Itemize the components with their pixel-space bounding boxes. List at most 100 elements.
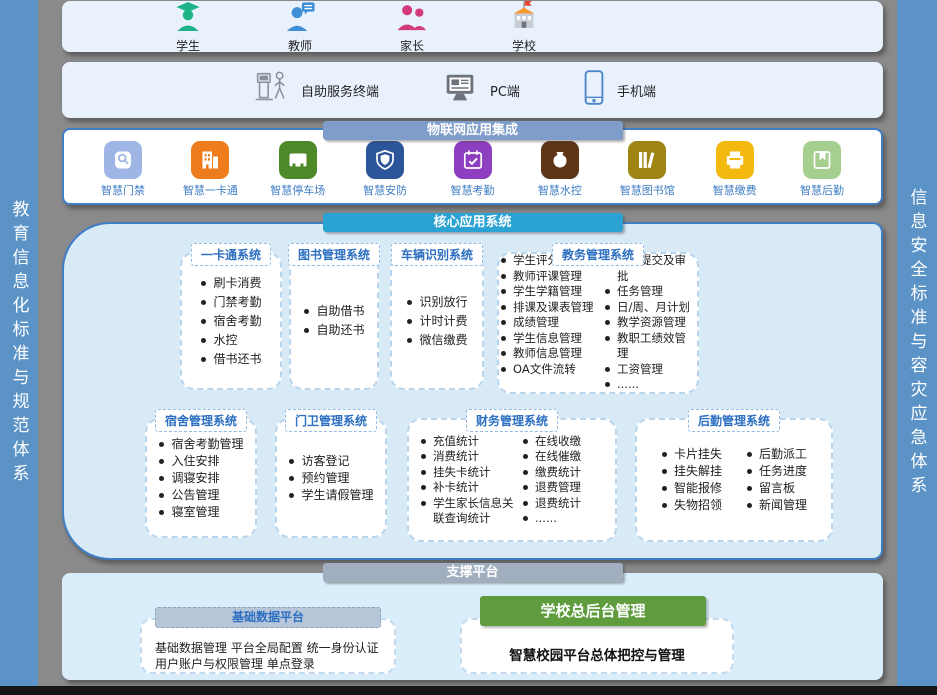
iot-label: 智慧缴费 [713, 182, 757, 198]
feature-item: 自助还书 [303, 321, 364, 340]
iot-item-access: 智慧门禁 [80, 141, 166, 198]
iot-label: 智慧后勤 [800, 182, 844, 198]
school-admin-banner: 学校总后台管理 [480, 596, 706, 626]
terminal-pc: PC端 [439, 69, 520, 111]
feature-item: 任务进度 [746, 463, 807, 480]
attendance-calendar-icon [454, 141, 492, 179]
self-service-kiosk-icon [250, 67, 292, 113]
pc-icon [439, 69, 481, 111]
feature-item: 挂失卡统计 [420, 465, 522, 481]
feature-item: 退费统计 [522, 496, 604, 512]
two-column-list: 学生评分管理教师评课管理学生学籍管理排课及课表管理成绩管理学生信息管理教师信息管… [500, 253, 696, 393]
access-control-icon [104, 141, 142, 179]
user-types-panel: 学生 教师 家长 [62, 1, 883, 52]
library-books-icon [628, 141, 666, 179]
feature-item: 后勤派工 [746, 446, 807, 463]
user-item-teacher: 教师 [266, 0, 334, 54]
feature-item: 教职工绩效管理 [604, 331, 696, 362]
logistics-bookmark-icon [803, 141, 841, 179]
feature-item: 失物招领 [661, 497, 722, 514]
feature-item: 水控 [200, 331, 261, 350]
feature-list: 学生评分管理教师评课管理学生学籍管理排课及课表管理成绩管理学生信息管理教师信息管… [500, 253, 604, 377]
feature-item: 入住安排 [158, 453, 243, 470]
system-box-title: 图书管理系统 [288, 243, 380, 266]
feature-item: 充值统计 [420, 434, 522, 450]
feature-item: 教师信息管理 [500, 346, 604, 362]
user-label: 学生 [176, 37, 200, 54]
iot-item-water: 智慧水控 [517, 141, 603, 198]
feature-item: 留言板 [746, 480, 807, 497]
feature-item: 学生学籍管理 [500, 284, 604, 300]
user-label: 家长 [400, 37, 424, 54]
security-shield-icon [366, 141, 404, 179]
system-box-title: 门卫管理系统 [285, 409, 377, 432]
feature-item: 缴费统计 [522, 465, 604, 481]
feature-item: 在线催缴 [522, 449, 604, 465]
iot-label: 智慧安防 [363, 182, 407, 198]
feature-list: 卡片挂失挂失解挂智能报修失物招领 [661, 446, 722, 514]
feature-item: ...... [522, 511, 604, 527]
support-platform-panel: 支撑平台 基础数据平台 基础数据管理 平台全局配置 统一身份认证 用户账户与权限… [62, 573, 883, 680]
feature-list: 刷卡消费门禁考勤宿舍考勤水控借书还书 [200, 274, 261, 369]
feature-list: 访客登记预约管理学生请假管理 [288, 453, 373, 504]
system-box-vehicle: 车辆识别系统 识别放行计时计费微信缴费 [390, 252, 484, 390]
system-box-title: 一卡通系统 [191, 243, 271, 266]
payment-machine-icon [716, 141, 754, 179]
bottom-strip [0, 686, 937, 695]
iot-label: 智慧停车场 [270, 182, 325, 198]
iot-item-security: 智慧安防 [342, 141, 428, 198]
feature-list: 自助借书自助还书 [303, 302, 364, 340]
base-platform-line1: 基础数据管理 平台全局配置 统一身份认证 [155, 640, 384, 656]
feature-list: 宿舍考勤管理入住安排调寝安排公告管理寝室管理 [158, 436, 243, 521]
feature-item: 任务管理 [604, 284, 696, 300]
iot-item-attendance: 智慧考勤 [430, 141, 516, 198]
right-sidebar-label: 信息安全标准与容灾应急体系 [905, 188, 930, 500]
feature-item: 宿舍考勤 [200, 312, 261, 331]
left-sidebar-label: 教育信息化标准与规范体系 [7, 200, 32, 488]
system-box-logistics: 后勤管理系统 卡片挂失挂失解挂智能报修失物招领 后勤派工任务进度留言板新闻管理 [635, 418, 833, 542]
system-box-title: 车辆识别系统 [391, 243, 483, 266]
feature-item: 补卡统计 [420, 480, 522, 496]
iot-banner: 物联网应用集成 [323, 121, 623, 140]
right-sidebar: 信息安全标准与容灾应急体系 [897, 0, 937, 687]
iot-item-onecard: 智慧一卡通 [167, 141, 253, 198]
feature-item: 计时计费 [406, 312, 467, 331]
terminal-label: 手机端 [617, 81, 656, 100]
iot-item-parking: 智慧停车场 [255, 141, 341, 198]
feature-item: 预约管理 [288, 470, 373, 487]
feature-item: 访客登记 [288, 453, 373, 470]
feature-list: 在线收缴在线催缴缴费统计退费管理退费统计...... [522, 434, 604, 527]
school-admin-box: 智慧校园平台总体把控与管理 [460, 618, 734, 674]
feature-list: 后勤派工任务进度留言板新闻管理 [746, 446, 807, 514]
feature-item: 自助借书 [303, 302, 364, 321]
feature-item: 排课及课表管理 [500, 300, 604, 316]
feature-item: 日/周、月计划 [604, 300, 696, 316]
iot-label: 智慧水控 [538, 182, 582, 198]
feature-item: 寝室管理 [158, 504, 243, 521]
feature-item: 教师评课管理 [500, 269, 604, 285]
user-item-parent: 家长 [378, 0, 446, 54]
two-column-list: 充值统计消费统计挂失卡统计补卡统计学生家长信息关联查询统计 在线收缴在线催缴缴费… [420, 434, 604, 527]
student-icon [170, 0, 206, 37]
system-box-finance: 财务管理系统 充值统计消费统计挂失卡统计补卡统计学生家长信息关联查询统计 在线收… [407, 418, 617, 542]
feature-item: 智能报修 [661, 480, 722, 497]
feature-item: 成绩管理 [500, 315, 604, 331]
parents-icon [394, 0, 430, 37]
feature-item: 工资管理 [604, 362, 696, 378]
feature-item: 新闻管理 [746, 497, 807, 514]
iot-label: 智慧考勤 [451, 182, 495, 198]
feature-item: 学生家长信息关联查询统计 [420, 496, 522, 527]
iot-item-library: 智慧图书馆 [604, 141, 690, 198]
feature-list: 流程提交及审批任务管理日/周、月计划教学资源管理教职工绩效管理工资管理.....… [604, 253, 696, 393]
feature-item: 刷卡消费 [200, 274, 261, 293]
iot-item-logistics: 智慧后勤 [779, 141, 865, 198]
feature-item: 挂失解挂 [661, 463, 722, 480]
feature-list: 充值统计消费统计挂失卡统计补卡统计学生家长信息关联查询统计 [420, 434, 522, 527]
user-label: 教师 [288, 37, 312, 54]
feature-item: 卡片挂失 [661, 446, 722, 463]
system-box-academic: 教务管理系统 学生评分管理教师评课管理学生学籍管理排课及课表管理成绩管理学生信息… [497, 252, 699, 394]
feature-item: 消费统计 [420, 449, 522, 465]
feature-item: 学生信息管理 [500, 331, 604, 347]
terminal-kiosk: 自助服务终端 [250, 67, 379, 113]
support-banner: 支撑平台 [323, 563, 623, 582]
